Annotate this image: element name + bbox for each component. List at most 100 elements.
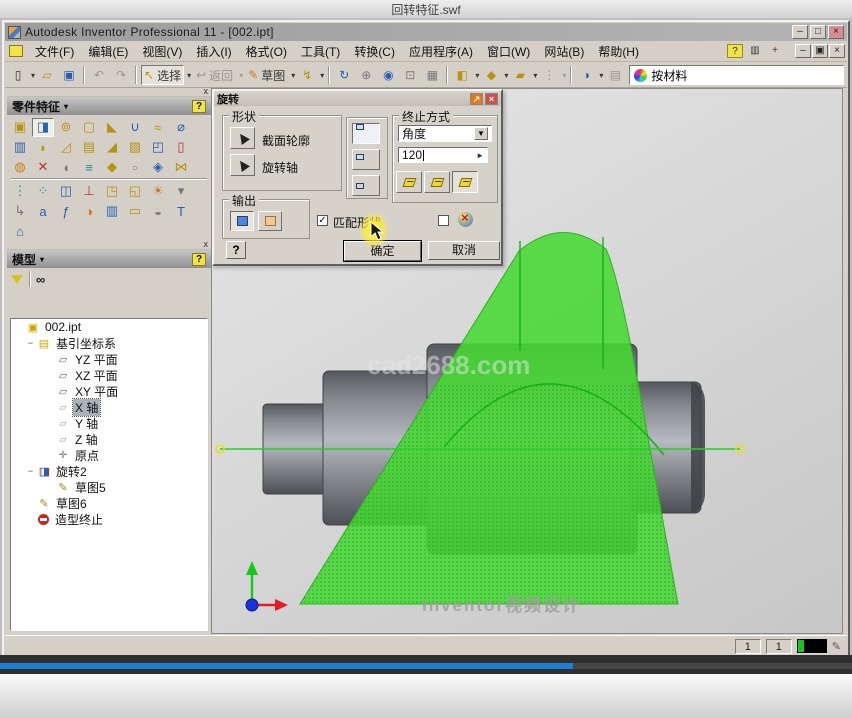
angle-input[interactable]: 120 ► <box>398 147 488 163</box>
direction1-button[interactable] <box>396 171 422 193</box>
revolve-dialog[interactable]: 旋转 ↗ × 形状 截面轮廓 <box>212 89 503 266</box>
feature-icon[interactable]: ▧ <box>124 138 146 157</box>
look-at-button[interactable]: ⊡ <box>400 65 420 85</box>
feature-icon[interactable]: ▢ <box>78 118 100 137</box>
feature-icon[interactable]: ◱ <box>124 182 146 201</box>
tree-row[interactable]: 原点 <box>11 447 207 463</box>
feature-icon[interactable]: ⌂ <box>9 222 31 241</box>
feature-icon[interactable]: ◢ <box>101 138 123 157</box>
tree-expander[interactable]: − <box>25 338 36 348</box>
tree-expander[interactable]: − <box>25 466 36 476</box>
solid-output-button[interactable] <box>230 211 254 231</box>
tree-row[interactable]: YZ 平面 <box>11 351 207 367</box>
feature-icon[interactable]: ◳ <box>101 182 123 201</box>
zoom-button[interactable]: ◉ <box>378 65 398 85</box>
feature-icon[interactable]: ◗ <box>32 138 54 157</box>
feature-icon[interactable]: ▯ <box>170 138 192 157</box>
tree-row[interactable]: − 旋转2 <box>11 463 207 479</box>
feature-icon[interactable]: ◑ <box>78 202 100 221</box>
dialog-help-button[interactable]: ? <box>226 241 246 259</box>
cut-button[interactable] <box>352 149 380 170</box>
tree-node-label[interactable]: Z 轴 <box>73 431 100 448</box>
menu-item[interactable]: 编辑(E) <box>81 41 135 62</box>
help-topics-icon[interactable]: ? <box>727 44 743 58</box>
camera-view-dropdown[interactable]: ▾ <box>504 71 508 80</box>
viewport-canvas[interactable]: cad2688.com Inventor视频设计 旋转 <box>211 88 843 634</box>
update-dropdown[interactable]: ▾ <box>320 71 324 80</box>
ok-button[interactable]: 确定 <box>344 241 421 261</box>
tree-node-label[interactable]: XZ 平面 <box>73 367 120 384</box>
video-progress-bar[interactable] <box>0 655 852 674</box>
new-file-dropdown[interactable]: ▾ <box>31 71 35 80</box>
feature-icon[interactable]: T <box>170 202 192 221</box>
feature-icon[interactable]: ▫ <box>124 158 146 177</box>
menu-item[interactable]: 插入(I) <box>189 41 238 62</box>
shadow-button[interactable]: ▰ <box>510 65 530 85</box>
tree-node-label[interactable]: 造型终止 <box>53 511 105 528</box>
tree-row[interactable]: 造型终止 <box>11 511 207 527</box>
feature-icon[interactable]: ◆ <box>101 158 123 177</box>
tree-node-label[interactable]: 002.ipt <box>43 320 83 334</box>
chevron-down-icon[interactable]: ▾ <box>40 255 44 264</box>
maximize-button[interactable]: □ <box>810 25 826 39</box>
feature-icon[interactable]: ▥ <box>101 202 123 221</box>
menu-item[interactable]: 窗口(W) <box>480 41 537 62</box>
feature-icon[interactable]: ⊚ <box>55 118 77 137</box>
panel-close-icon[interactable]: x <box>204 86 209 96</box>
tree-row[interactable]: − 基引坐标系 <box>11 335 207 351</box>
app-title-bar[interactable]: Autodesk Inventor Professional 11 - [002… <box>5 23 847 41</box>
feature-icon[interactable]: ▭ <box>124 202 146 221</box>
shadow-dropdown[interactable]: ▾ <box>533 71 537 80</box>
zoom-all-button[interactable]: ↻ <box>334 65 354 85</box>
tree-row[interactable]: XY 平面 <box>11 383 207 399</box>
tree-node-label[interactable]: 原点 <box>73 447 101 464</box>
analysis-dropdown[interactable]: ▾ <box>599 71 603 80</box>
tree-node-label[interactable]: 旋转2 <box>54 463 89 480</box>
intersect-button[interactable] <box>352 175 380 196</box>
tree-node-label[interactable]: 基引坐标系 <box>54 335 118 352</box>
feature-icon[interactable]: ☀ <box>147 182 169 201</box>
grid-button[interactable]: ▦ <box>422 65 442 85</box>
feature-icon[interactable]: ▤ <box>78 138 100 157</box>
tree-node-label[interactable]: 草图5 <box>73 479 108 496</box>
find-icon[interactable]: ∞ <box>36 272 45 287</box>
undo-button[interactable]: ↶ <box>89 65 109 85</box>
select-tool-button[interactable]: ↖ 选择 <box>141 65 184 85</box>
tree-node-label[interactable]: XY 平面 <box>73 383 120 400</box>
tree-node-label[interactable]: X 轴 <box>73 399 100 416</box>
feature-icon[interactable]: a <box>32 202 54 221</box>
feature-icon[interactable]: ⋮ <box>9 182 31 201</box>
feature-icon[interactable]: ƒ <box>55 202 77 221</box>
tree-row[interactable]: X 轴 <box>11 399 207 415</box>
material-combobox[interactable]: 按材料 <box>629 65 844 85</box>
feature-icon[interactable]: ▾ <box>170 182 192 201</box>
chevron-down-icon[interactable]: ▾ <box>64 102 68 111</box>
feature-icon[interactable]: ⌀ <box>170 118 192 137</box>
feature-icon[interactable]: ⋈ <box>170 158 192 177</box>
menu-item[interactable]: 帮助(H) <box>591 41 646 62</box>
analysis-button[interactable]: ◑ <box>576 65 596 85</box>
feature-icon[interactable]: ⁘ <box>32 182 54 201</box>
camera-view-button[interactable]: ◆ <box>481 65 501 85</box>
midplane-button[interactable] <box>452 171 478 193</box>
tree-row[interactable]: 002.ipt <box>11 319 207 335</box>
feature-icon[interactable]: ▥ <box>9 138 31 157</box>
shaded-display-button[interactable]: ◧ <box>452 65 472 85</box>
sketch-button[interactable]: ✎ 草图 <box>245 65 288 85</box>
open-file-button[interactable]: ▱ <box>37 65 57 85</box>
tree-row[interactable]: Y 轴 <box>11 415 207 431</box>
feature-icon[interactable]: ◨ <box>32 118 54 137</box>
shaded-display-dropdown[interactable]: ▾ <box>475 71 479 80</box>
flyout-arrow-icon[interactable]: ► <box>476 151 484 160</box>
model-tree[interactable]: 002.ipt − 基引坐标系 YZ 平面 <box>10 318 208 631</box>
tree-row[interactable]: XZ 平面 <box>11 367 207 383</box>
menu-item[interactable]: 工具(T) <box>294 41 347 62</box>
child-close-button[interactable]: × <box>829 44 845 58</box>
extent-type-select[interactable]: 角度 ▼ <box>398 125 492 142</box>
tree-node-label[interactable]: Y 轴 <box>73 415 100 432</box>
minimize-button[interactable]: – <box>792 25 808 39</box>
feature-icon[interactable]: ◒ <box>147 202 169 221</box>
addin-icon[interactable]: ▥ <box>747 44 763 58</box>
feature-icon[interactable]: ◿ <box>55 138 77 157</box>
model-panel-header[interactable]: 模型 ▾ ? <box>7 250 211 268</box>
